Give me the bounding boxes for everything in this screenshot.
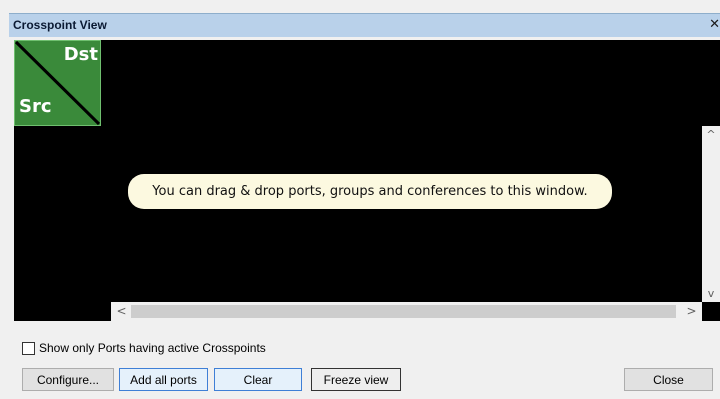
horizontal-scrollbar[interactable]: < > — [111, 302, 702, 321]
scroll-down-icon[interactable]: v — [702, 285, 720, 302]
add-all-ports-button[interactable]: Add all ports — [119, 368, 208, 391]
scroll-right-icon[interactable]: > — [683, 302, 700, 321]
drag-drop-hint-text: You can drag & drop ports, groups and co… — [152, 184, 588, 199]
window-title: Crosspoint View — [13, 18, 107, 32]
vertical-scrollbar[interactable]: ^ v — [702, 126, 720, 302]
close-icon[interactable]: ✕ — [709, 17, 720, 32]
scroll-left-icon[interactable]: < — [113, 302, 130, 321]
crosspoint-grid[interactable]: Dst Src You can drag & drop ports, group… — [14, 40, 720, 321]
scroll-up-icon[interactable]: ^ — [702, 126, 720, 143]
horizontal-scroll-thumb[interactable] — [131, 305, 676, 318]
close-button[interactable]: Close — [624, 368, 713, 391]
freeze-view-button[interactable]: Freeze view — [311, 368, 401, 391]
dst-src-corner-tile: Dst Src — [14, 40, 101, 126]
src-label: Src — [19, 96, 52, 117]
drag-drop-hint: You can drag & drop ports, groups and co… — [128, 174, 612, 209]
dst-label: Dst — [63, 44, 98, 65]
show-active-option[interactable]: Show only Ports having active Crosspoint… — [22, 340, 266, 356]
title-bar: Crosspoint View ✕ — [9, 13, 720, 37]
clear-button[interactable]: Clear — [214, 368, 302, 391]
show-active-checkbox[interactable] — [22, 341, 35, 355]
configure-button[interactable]: Configure... — [22, 368, 114, 391]
show-active-label: Show only Ports having active Crosspoint… — [39, 341, 266, 355]
